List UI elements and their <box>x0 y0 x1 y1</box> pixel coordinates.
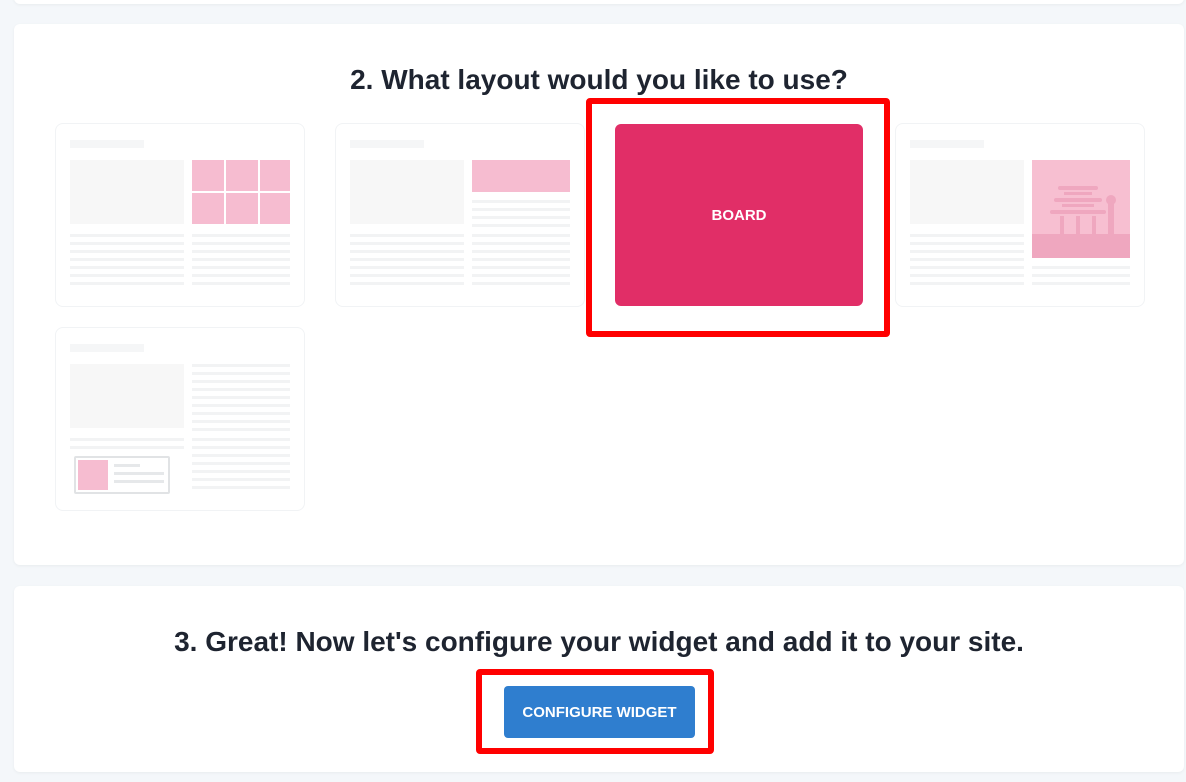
configure-step-card: 3. Great! Now let's configure your widge… <box>14 586 1184 772</box>
layout-option-slider[interactable] <box>335 123 585 307</box>
previous-step-card <box>14 0 1184 4</box>
popup-preview <box>74 456 170 494</box>
configure-widget-button[interactable]: CONFIGURE WIDGET <box>504 686 695 738</box>
layout-step-title: 2. What layout would you like to use? <box>350 64 848 95</box>
board-label: BOARD <box>711 206 767 224</box>
layout-option-popup[interactable] <box>55 327 305 511</box>
layout-step-card: 2. What layout would you like to use? BO… <box>14 24 1184 565</box>
temple-image <box>1032 160 1130 258</box>
layout-option-single[interactable] <box>895 123 1145 307</box>
temple-icon <box>1032 186 1130 258</box>
configure-step-title: 3. Great! Now let's configure your widge… <box>174 626 1024 657</box>
layout-option-grid[interactable] <box>55 123 305 307</box>
layout-option-board[interactable]: BOARD <box>615 124 863 306</box>
